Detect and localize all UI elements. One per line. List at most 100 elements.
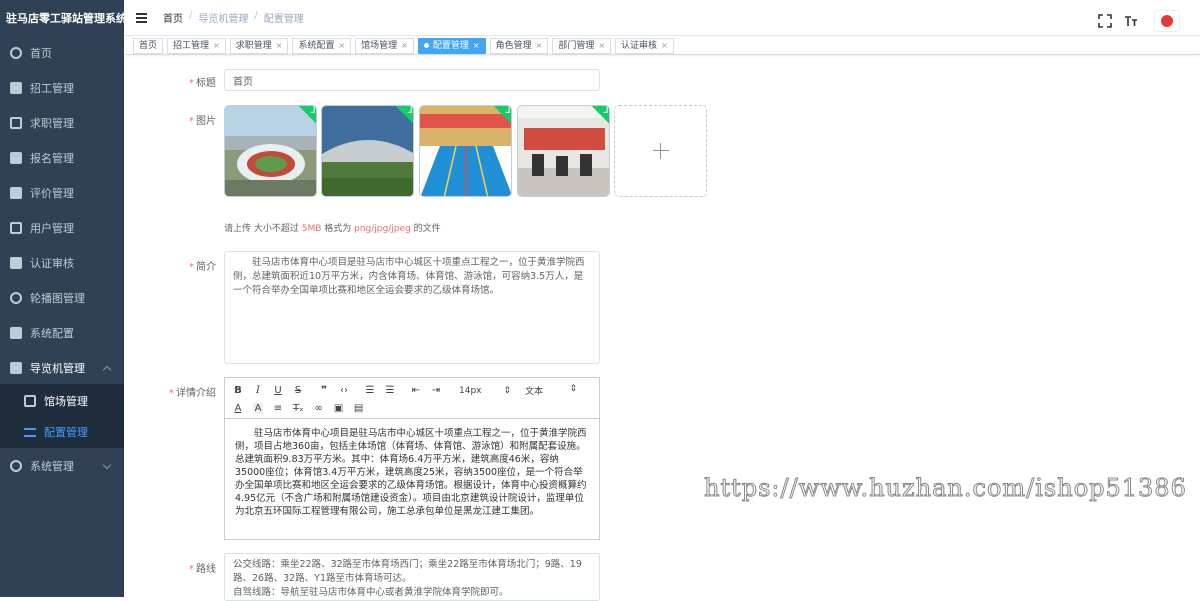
user-icon xyxy=(10,222,22,234)
underline-button[interactable]: U xyxy=(273,385,283,396)
sidebar-item-system[interactable]: 系统管理 xyxy=(0,451,124,481)
close-icon[interactable]: × xyxy=(213,39,220,53)
image-upload-button[interactable] xyxy=(614,105,707,197)
title-input[interactable]: 首页 xyxy=(224,69,600,91)
indent-icon[interactable]: ⇥ xyxy=(431,385,441,396)
italic-button[interactable]: I xyxy=(253,385,263,396)
font-size-icon[interactable] xyxy=(1124,14,1138,28)
hamburger-icon[interactable] xyxy=(136,12,147,23)
code-icon[interactable]: ‹› xyxy=(339,385,349,396)
tag-config[interactable]: 配置管理 × xyxy=(417,37,486,54)
avatar-logo-icon xyxy=(1161,15,1173,27)
intro-textarea[interactable]: 驻马店市体育中心项目是驻马店市中心城区十项重点工程之一，位于黄淮学院西侧，总建筑… xyxy=(224,251,600,364)
sidebar-item-review[interactable]: 评价管理 xyxy=(0,178,124,208)
quote-icon[interactable]: ❞ xyxy=(319,385,329,396)
sidebar-item-home[interactable]: 首页 xyxy=(0,38,124,68)
avatar[interactable] xyxy=(1154,10,1180,32)
tag-jobseek[interactable]: 求职管理 × xyxy=(229,37,289,54)
intro-label: * 简介 xyxy=(189,262,216,273)
editor-toolbar: B I U S ❞ ‹› ☰ ☰ ⇤ ⇥ 14px ⇕ 文本 ⇕ A A ≡ T̶ₓ… xyxy=(225,378,599,419)
tag-label: 配置管理 xyxy=(432,40,469,51)
outdent-icon[interactable]: ⇤ xyxy=(411,385,421,396)
active-dot-icon xyxy=(423,43,429,48)
navbar: 首页 / 导览机管理 / 配置管理 xyxy=(124,0,1200,36)
uploaded-image-swimming-pool[interactable] xyxy=(419,105,512,197)
sidebar-item-user[interactable]: 用户管理 xyxy=(0,213,124,243)
lock-icon xyxy=(10,257,22,269)
image-icon[interactable]: ▣ xyxy=(334,403,344,414)
close-icon[interactable]: × xyxy=(536,39,543,53)
header-tools xyxy=(1086,10,1180,32)
title-label: * 标题 xyxy=(189,78,216,89)
tag-label: 部门管理 xyxy=(558,40,595,51)
sidebar-item-auth[interactable]: 认证审核 xyxy=(0,248,124,278)
tag-label: 求职管理 xyxy=(235,40,272,51)
sidebar-item-config[interactable]: 配置管理 xyxy=(0,417,124,447)
font-color-icon[interactable]: A xyxy=(233,403,243,414)
close-icon[interactable]: × xyxy=(661,39,668,53)
sidebar-item-jobseek[interactable]: 求职管理 xyxy=(0,108,124,138)
uploaded-image-stadium-aerial[interactable] xyxy=(224,105,317,197)
sidebar-item-guide[interactable]: 导览机管理 xyxy=(0,353,124,383)
grid-icon xyxy=(24,395,36,407)
align-icon[interactable]: ≡ xyxy=(273,403,283,414)
bullet-list-icon[interactable]: ☰ xyxy=(385,385,395,396)
config-form: * 标题 首页 * 图片 请上传 大小不超过 5MB 格式为 png/jpg/j… xyxy=(124,56,1200,601)
background-color-icon[interactable]: A xyxy=(253,403,263,414)
breadcrumb-home[interactable]: 首页 xyxy=(163,10,183,25)
route-line-car: 自驾线路：导航至驻马店市体育中心或者黄淮学院体育学院即可。 xyxy=(233,587,509,598)
close-icon[interactable]: × xyxy=(598,39,605,53)
close-icon[interactable]: × xyxy=(401,39,408,53)
tag-auth[interactable]: 认证审核 × xyxy=(615,37,674,54)
close-icon[interactable]: × xyxy=(338,39,345,53)
sidebar-item-label: 配置管理 xyxy=(44,426,88,439)
tag-sysconfig[interactable]: 系统配置 × xyxy=(292,37,352,54)
ordered-list-icon[interactable]: ☰ xyxy=(365,385,375,396)
form-icon xyxy=(10,152,22,164)
sidebar-item-label: 轮播图管理 xyxy=(30,292,85,305)
tag-role[interactable]: 角色管理 × xyxy=(489,37,549,54)
breadcrumb-current: 配置管理 xyxy=(263,14,304,25)
fullscreen-icon[interactable] xyxy=(1098,14,1112,28)
sidebar-item-carousel[interactable]: 轮播图管理 xyxy=(0,283,124,313)
sidebar-item-label: 系统管理 xyxy=(30,460,74,473)
clear-format-icon[interactable]: T̶ₓ xyxy=(293,403,304,414)
tag-recruit[interactable]: 招工管理 × xyxy=(167,37,226,54)
sidebar-item-sysconfig[interactable]: 系统配置 xyxy=(0,318,124,348)
upload-tip: 请上传 大小不超过 5MB 格式为 png/jpg/jpeg 的文件 xyxy=(224,224,441,234)
tag-venue[interactable]: 馆场管理 × xyxy=(355,37,414,54)
detail-label: * 详情介绍 xyxy=(169,388,216,399)
strike-button[interactable]: S xyxy=(293,385,303,396)
uploaded-image-gym[interactable] xyxy=(517,105,610,197)
image-label: * 图片 xyxy=(189,116,216,127)
tag-dept[interactable]: 部门管理 × xyxy=(552,37,612,54)
rich-text-editor: B I U S ❞ ‹› ☰ ☰ ⇤ ⇥ 14px ⇕ 文本 ⇕ A A ≡ T̶ₓ… xyxy=(224,377,600,540)
sliders-icon xyxy=(24,427,36,437)
tag-label: 角色管理 xyxy=(495,40,532,51)
tags-view: 首页 招工管理 × 求职管理 × 系统配置 × 馆场管理 × 配置管理 × 角色管理 × 部… xyxy=(124,37,1200,55)
tag-home[interactable]: 首页 xyxy=(133,37,164,54)
route-textarea[interactable]: 公交线路：乘坐22路、32路至市体育场西门；乘坐22路至市体育场北门；9路、19… xyxy=(224,553,600,601)
gear-icon xyxy=(10,460,22,472)
carousel-icon xyxy=(10,292,22,304)
sidebar-item-label: 馆场管理 xyxy=(44,395,88,408)
paragraph-select[interactable]: 文本 ⇕ xyxy=(525,384,577,397)
sidebar-item-label: 求职管理 xyxy=(30,117,74,130)
link-icon[interactable]: ∞ xyxy=(314,403,324,414)
sidebar-item-recruit[interactable]: 招工管理 xyxy=(0,73,124,103)
close-icon[interactable]: × xyxy=(276,39,283,53)
breadcrumb-guide[interactable]: 导览机管理 xyxy=(198,10,248,25)
dashboard-icon xyxy=(10,47,22,59)
bold-button[interactable]: B xyxy=(233,385,243,396)
sidebar-item-label: 系统配置 xyxy=(30,327,74,340)
sidebar-item-venue[interactable]: 馆场管理 xyxy=(0,386,124,416)
uploaded-image-stadium-exterior[interactable] xyxy=(321,105,414,197)
editor-content[interactable]: 驻马店市体育中心项目是驻马店市中心城区十项重点工程之一，位于黄淮学院西侧，项目占… xyxy=(225,419,599,526)
sidebar-item-signup[interactable]: 报名管理 xyxy=(0,143,124,173)
guide-icon xyxy=(10,362,22,374)
font-size-select[interactable]: 14px ⇕ xyxy=(459,386,511,396)
close-icon[interactable]: × xyxy=(473,39,480,53)
sidebar-item-label: 认证审核 xyxy=(30,257,74,270)
plus-icon xyxy=(652,143,669,159)
video-icon[interactable]: ▤ xyxy=(354,403,364,414)
